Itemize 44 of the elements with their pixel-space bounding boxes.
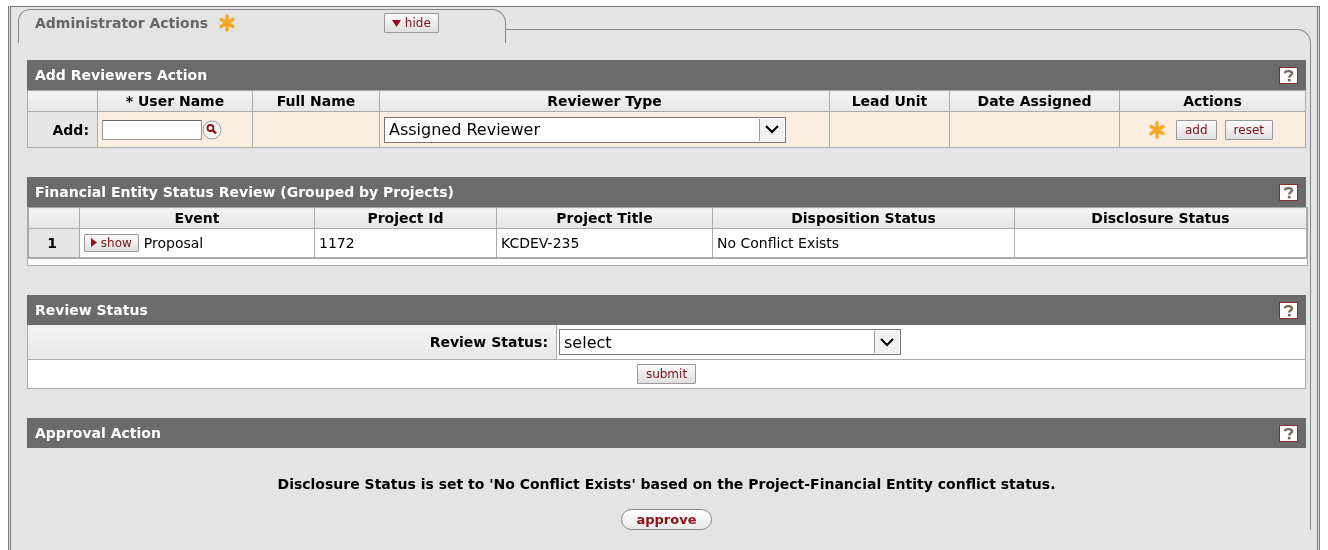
- search-icon[interactable]: [202, 119, 222, 140]
- show-button[interactable]: show: [84, 234, 139, 252]
- section-title: Financial Entity Status Review (Grouped by Projects): [35, 184, 454, 200]
- column-header: Disposition Status: [712, 207, 1015, 229]
- reviewer-type-dropdown[interactable]: Assigned Reviewer: [384, 116, 786, 143]
- hide-button[interactable]: hide: [384, 12, 439, 33]
- column-header: Actions: [1119, 90, 1306, 112]
- column-header: Lead Unit: [829, 90, 950, 112]
- reset-button[interactable]: reset: [1224, 120, 1273, 140]
- caret-icon: [392, 19, 402, 27]
- row-number: 1: [28, 228, 80, 258]
- table-cell: Proposal: [143, 235, 204, 251]
- column-header: Event: [79, 207, 315, 229]
- approve-button[interactable]: approve: [621, 509, 712, 530]
- column-header: Full Name: [252, 90, 380, 112]
- review-status-dropdown[interactable]: select: [559, 329, 901, 355]
- section-title: Add Reviewers Action: [35, 67, 208, 83]
- column-header: * User Name: [97, 90, 253, 112]
- chevron-down-icon: [765, 125, 779, 134]
- column-header: Project Id: [314, 207, 497, 229]
- section-title: Review Status: [35, 302, 148, 318]
- caret-icon: [91, 238, 97, 247]
- column-header: Reviewer Type: [379, 90, 830, 112]
- user-name-field[interactable]: [102, 119, 202, 140]
- table-cell: 1172: [314, 228, 497, 258]
- help-icon[interactable]: [1279, 424, 1298, 442]
- column-header: Date Assigned: [949, 90, 1120, 112]
- help-icon[interactable]: [1279, 66, 1298, 84]
- status-message: Disclosure Status is set to 'No Conflict Exists' based on the Project-Financial Entity conflict status.: [276, 476, 1057, 492]
- column-header: Disclosure Status: [1014, 207, 1307, 229]
- column-header: Project Title: [496, 207, 713, 229]
- asterisk-icon: [1148, 120, 1166, 139]
- section-title: Approval Action: [35, 425, 161, 441]
- help-icon[interactable]: [1279, 301, 1298, 319]
- row-label: Add:: [27, 111, 98, 148]
- chevron-down-icon: [880, 337, 894, 347]
- help-icon[interactable]: [1279, 183, 1298, 201]
- table-cell: KCDEV-235: [496, 228, 713, 258]
- add-button[interactable]: add: [1176, 120, 1217, 140]
- table-cell: No Conflict Exists: [712, 228, 1015, 258]
- submit-button[interactable]: submit: [636, 364, 697, 384]
- field-label: Review Status:: [429, 334, 548, 350]
- panel-title: Administrator Actions: [35, 14, 209, 31]
- asterisk-icon: [218, 13, 237, 32]
